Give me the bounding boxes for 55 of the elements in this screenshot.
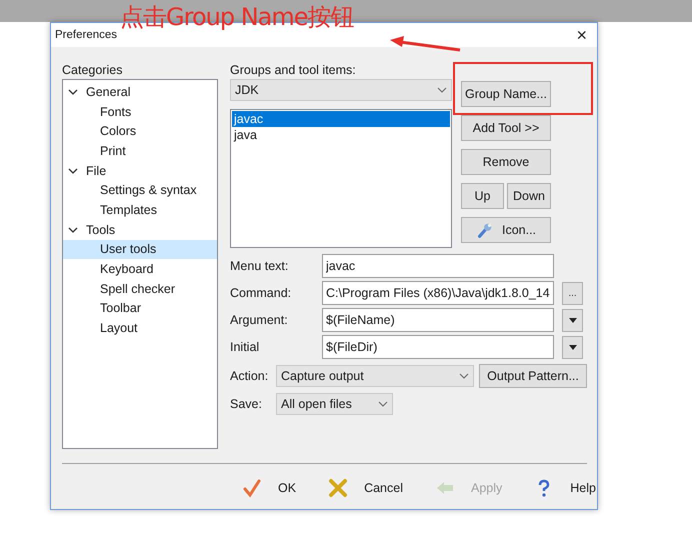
argument-field[interactable]: $(FileName) — [322, 308, 554, 332]
tree-item[interactable]: Templates — [100, 202, 157, 217]
command-field[interactable]: C:\Program Files (x86)\Java\jdk1.8.0_14 — [322, 281, 554, 305]
dropdown-button[interactable] — [562, 336, 583, 358]
tree-item[interactable]: General — [86, 84, 130, 99]
group-name-button[interactable]: Group Name... — [461, 81, 551, 107]
icon-button[interactable]: Icon... — [461, 217, 551, 243]
menu-text-label: Menu text: — [230, 258, 290, 275]
dropdown-button[interactable] — [562, 308, 583, 332]
chevron-icon — [437, 87, 447, 93]
group-dropdown[interactable]: JDK — [230, 79, 452, 101]
tree-item[interactable]: Colors — [100, 124, 136, 138]
tree-item[interactable]: Settings & syntax — [100, 183, 197, 198]
chevron-icon — [378, 401, 388, 407]
tree-item[interactable]: Spell checker — [100, 282, 176, 296]
groups-label: Groups and tool items: — [230, 63, 357, 79]
save-label: Save: — [230, 397, 263, 411]
triangle-down-icon — [568, 344, 576, 350]
menu-text-field[interactable]: javac — [322, 254, 554, 278]
action-label: Action: — [230, 369, 270, 383]
down-button[interactable]: Down — [507, 183, 551, 209]
cancel-button[interactable]: Cancel — [324, 476, 407, 500]
ok-button[interactable]: OK — [238, 476, 300, 500]
triangle-down-icon — [568, 318, 576, 322]
check-icon — [242, 478, 262, 498]
add-tool-button[interactable]: Add Tool >> — [461, 115, 551, 141]
tree-item[interactable]: Toolbar — [100, 301, 141, 316]
chevron-icon — [459, 373, 469, 379]
tree-item[interactable]: Print — [100, 144, 126, 158]
chevron-icon[interactable] — [68, 166, 78, 176]
remove-button[interactable]: Remove — [461, 149, 551, 175]
list-item[interactable]: javac — [232, 111, 450, 127]
browse-button[interactable]: ... — [562, 282, 583, 304]
help-button[interactable]: Help — [530, 476, 600, 500]
action-dropdown[interactable]: Capture output — [276, 365, 474, 387]
initial-label: Initial — [230, 339, 260, 356]
initial-field[interactable]: $(FileDir) — [322, 335, 554, 359]
tree-item[interactable]: Layout — [100, 321, 138, 336]
save-dropdown[interactable]: All open files — [276, 393, 393, 415]
up-button[interactable]: Up — [461, 183, 504, 209]
tree-item[interactable]: Fonts — [100, 104, 132, 119]
window-title: Preferences — [55, 29, 118, 41]
cross-icon — [328, 478, 348, 498]
output-pattern-button[interactable]: Output Pattern... — [479, 364, 587, 388]
categories-label: Categories — [62, 63, 124, 79]
tree-item[interactable]: Keyboard — [100, 262, 154, 276]
wrench-icon — [476, 221, 494, 239]
list-item[interactable]: java — [232, 127, 450, 143]
command-label: Command: — [230, 285, 292, 302]
tree-item[interactable]: File — [86, 164, 106, 178]
chevron-icon[interactable] — [68, 86, 78, 97]
tree-item[interactable]: Tools — [86, 222, 116, 237]
argument-label: Argument: — [230, 312, 289, 329]
close-button[interactable]: × — [570, 25, 593, 45]
chevron-icon[interactable] — [68, 224, 78, 235]
